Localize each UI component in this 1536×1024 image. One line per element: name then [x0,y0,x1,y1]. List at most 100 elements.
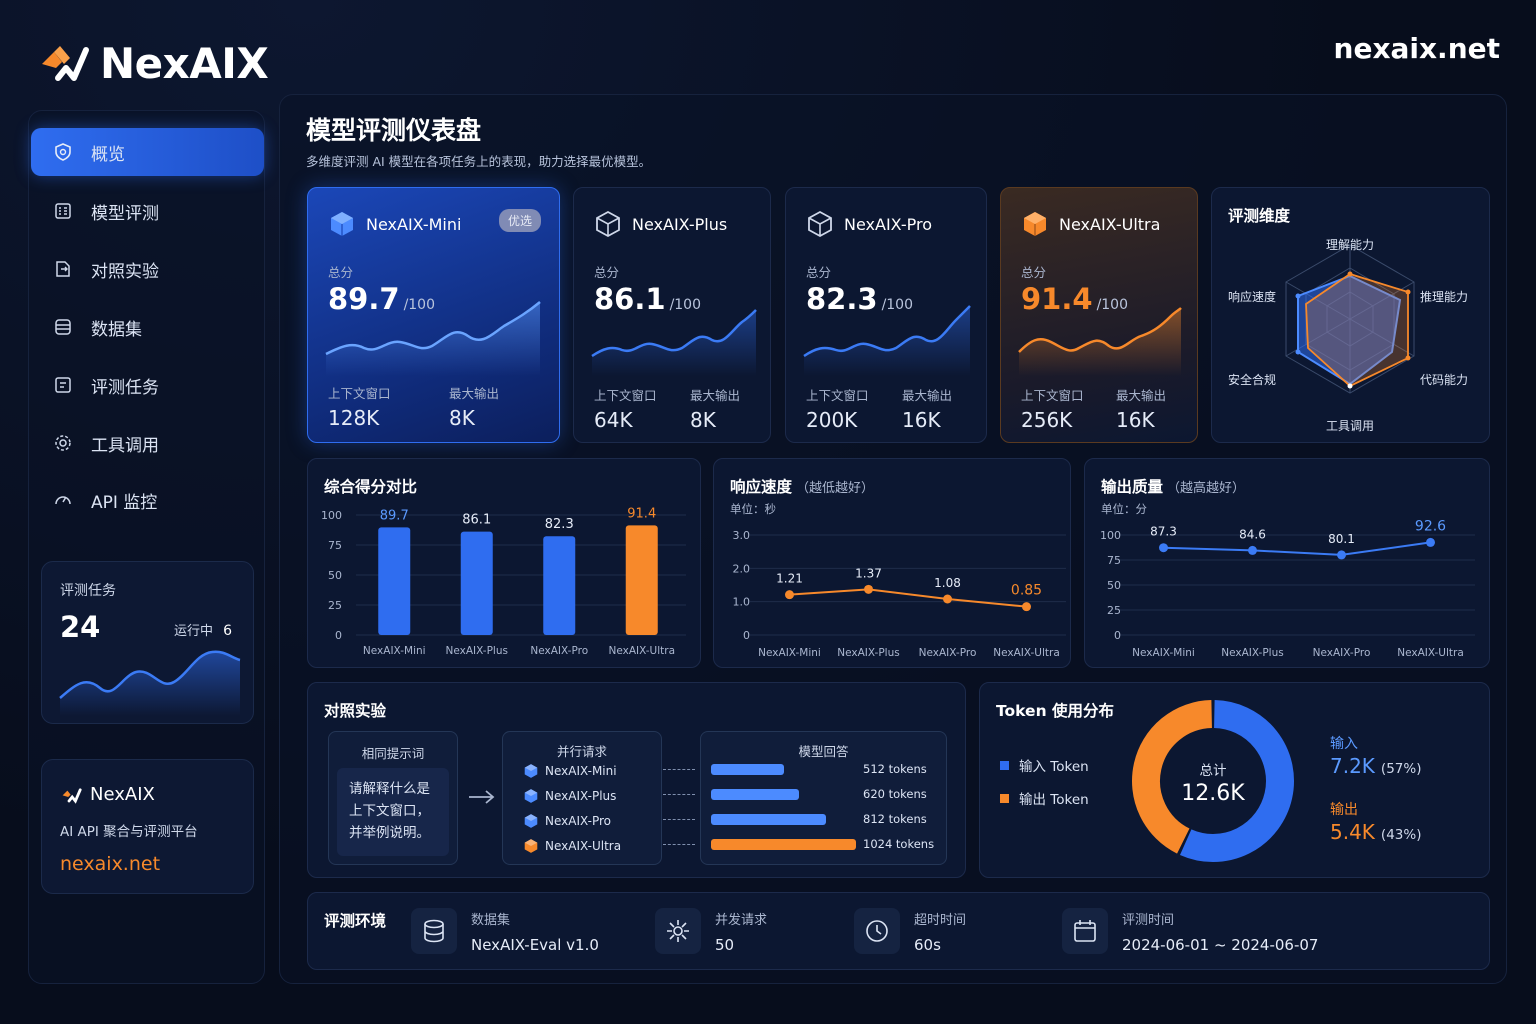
model-card-mini[interactable]: NexAIX-Mini 优选 总分 89.7/100 上下文窗口 最大输出 12… [307,187,560,443]
context-value: 64K [594,408,633,432]
experiment-card[interactable]: 对照实验 相同提示词 请解释什么是 上下文窗口， 并举例说明。 并行请求 Nex… [307,682,966,878]
context-value: 128K [328,406,380,430]
model-card-plus[interactable]: NexAIX-Plus 总分 86.1/100 上下文窗口 最大输出 64K 8… [573,187,771,443]
legend-output-label: 输出 Token [1019,792,1089,808]
output-value: 5.4K [1330,820,1375,844]
env-label: 超时时间 [914,912,967,928]
bar-value-label: 82.3 [545,517,574,532]
task-summary-card[interactable]: 评测任务 24 运行中 6 [41,561,254,724]
quality-card[interactable]: 输出质量 （越高越好） 单位：分 0 25 50 75 100 87.3 NexAIX-Min… [1084,458,1490,668]
point-value-label: 1.37 [855,566,882,580]
data-point [1426,537,1435,547]
cube-icon [524,839,538,853]
domain-label[interactable]: nexaix.net [1334,32,1500,65]
sidebar-item-label: 概览 [91,144,125,165]
model-card-pro[interactable]: NexAIX-Pro 总分 82.3/100 上下文窗口 最大输出 200K 1… [785,187,987,443]
score-bar [625,525,658,635]
sidebar-item-tasks[interactable]: 评测任务 [31,361,264,409]
input-value-group: 7.2K (57%) [1330,754,1421,778]
env-label: 评测时间 [1122,912,1175,928]
env-value: 50 [715,935,735,954]
y-tick-label: 50 [1107,579,1121,592]
brand-logo[interactable]: NexAIX [36,38,269,88]
sidebar-item-api-monitor[interactable]: API 监控 [31,476,264,524]
network-icon [655,908,701,954]
answer-header: 模型回答 [798,744,849,759]
score-label: 总分 [1021,265,1047,280]
task-card-title: 评测任务 [60,583,116,599]
sidebar-item-tools[interactable]: 工具调用 [31,419,264,467]
experiment-title: 对照实验 [324,702,387,720]
sidebar-item-label: 模型评测 [91,203,159,224]
sidebar-item-overview[interactable]: 概览 [31,128,264,176]
x-tick-label: NexAIX-Plus [1221,647,1283,659]
brand-card[interactable]: NexAIX AI API 聚合与评测平台 nexaix.net [41,759,254,894]
point-value-label: 1.08 [934,576,961,590]
data-point [1248,545,1257,555]
sidebar-item-label: 工具调用 [91,435,159,456]
y-tick-label: 0 [743,629,750,642]
running-count: 6 [223,623,233,639]
running-label: 运行中 [174,624,214,639]
env-card[interactable]: 评测环境 数据集 NexAIX-Eval v1.0 并发请求 50 超时时间 60s … [307,892,1490,970]
legend-swatch [1000,793,1009,803]
x-tick-label: NexAIX-Mini [1132,647,1195,659]
speed-card[interactable]: 响应速度 （越低越好） 单位：秒 0 1.0 2.0 3.0 1.21 NexAIX-Min… [713,458,1071,668]
output-value-group: 5.4K (43%) [1330,820,1421,844]
context-value: 200K [806,408,858,432]
score-sparkline [1018,307,1182,376]
legend-input-label: 输入 Token [1019,759,1089,775]
model-name: NexAIX-Ultra [1059,214,1161,234]
env-value: 2024-06-01 ~ 2024-06-07 [1122,935,1319,954]
score-compare-card[interactable]: 综合得分对比 0 25 50 75 100 89.7 NexAIX-Mini 86.1 NexA… [307,458,701,668]
token-title: Token 使用分布 [996,702,1114,720]
answer-token-label: 620 tokens [863,787,927,801]
sidebar-item-dataset[interactable]: 数据集 [31,303,264,351]
model-card-ultra[interactable]: NexAIX-Ultra 总分 91.4/100 上下文窗口 最大输出 256K… [1000,187,1198,443]
task-count: 24 [60,610,101,644]
cube-icon [596,210,620,238]
legend-input: 输入 Token [1000,755,1089,775]
sidebar-item-model-eval[interactable]: 模型评测 [31,187,264,235]
input-label: 输入 [1330,736,1358,752]
sidebar-item-compare[interactable]: 对照实验 [31,245,264,293]
legend-output: 输出 Token [1000,788,1089,808]
model-name: NexAIX-Plus [632,214,728,234]
env-value: 60s [914,935,941,954]
parallel-box: 并行请求 NexAIX-Mini NexAIX-Plus NexAIX-Pro Nex… [502,731,695,865]
context-label: 上下文窗口 [1021,388,1084,403]
answer-token-label: 812 tokens [863,812,927,826]
sidebar-item-label: API 监控 [91,492,158,513]
page-title: 模型评测仪表盘 [306,116,482,145]
y-tick-label: 25 [328,599,342,612]
max-output-value: 8K [690,408,716,432]
shield-icon [53,142,73,162]
y-tick-label: 75 [1107,554,1121,567]
dashed-arrow-icon [663,794,695,795]
parallel-header: 并行请求 [556,744,607,759]
score-sparkline [325,301,541,376]
token-card[interactable]: Token 使用分布 输入 Token 输出 Token 总计 12.6K 输入… [979,682,1490,878]
radar-axis-label: 推理能力 [1420,290,1468,304]
bar-value-label: 91.4 [627,506,656,521]
y-tick-label: 0 [335,629,342,642]
prompt-box: 相同提示词 请解释什么是 上下文窗口， 并举例说明。 [328,731,458,865]
env-label: 数据集 [471,912,511,928]
x-tick-label: NexAIX-Pro [919,647,977,659]
radar-card[interactable]: 评测维度 理解能力 推理能力 代码能力 工具调用 安全合规 响应速度 [1211,187,1490,443]
cube-icon [524,789,538,803]
brand-card-url[interactable]: nexaix.net [60,853,160,875]
y-tick-label: 3.0 [733,529,751,542]
point-value-label: 87.3 [1150,525,1177,539]
prompt-header: 相同提示词 [361,746,425,761]
answer-box: 模型回答 512 tokens 620 tokens 812 tokens 1024 … [700,731,947,865]
answer-token-bar [711,764,784,775]
data-point [1022,602,1031,612]
gear-icon [53,433,73,453]
model-name: NexAIX-Mini [366,214,462,234]
gauge-icon [53,490,73,510]
answer-token-bar [711,839,856,850]
cube-icon [524,814,538,828]
context-label: 上下文窗口 [594,388,657,403]
x-tick-label: NexAIX-Mini [758,647,821,659]
